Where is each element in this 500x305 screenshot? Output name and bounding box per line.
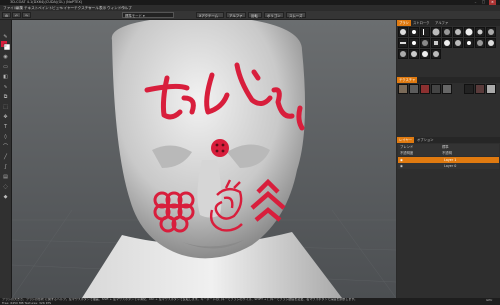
brush-alpha-tile[interactable] (464, 27, 474, 37)
texture-tile[interactable] (442, 84, 452, 94)
tab-layer-options[interactable]: オプション (415, 137, 435, 143)
brush-alpha-tile[interactable] (398, 27, 408, 37)
layer-name: Layer 0 (444, 164, 457, 168)
tab-texture[interactable]: テクスチャ (397, 77, 418, 83)
tab-layers[interactable]: レイヤー (397, 137, 415, 143)
option-x-symmetry[interactable]: Xアクテーム (196, 12, 224, 18)
smudge-icon[interactable]: ∿ (2, 84, 9, 91)
3d-viewport[interactable] (12, 20, 396, 298)
brush-alpha-tile[interactable] (431, 27, 441, 37)
brush-alpha-tile[interactable] (409, 49, 419, 59)
forehead-button-emblem (211, 139, 229, 157)
left-toolbar: ✎ ✒ ◉ ▭ ◧ ∿ ⧉ ⬚ ✥ T ◊ ⌒ ╱ ∫ ▤ ◌ ◆ (0, 20, 12, 298)
nose (197, 160, 222, 218)
brush-alpha-tile[interactable] (453, 27, 463, 37)
layer-opacity-label: 不透明度 (400, 151, 414, 155)
text-icon[interactable]: T (2, 124, 9, 131)
texture-tile[interactable] (409, 84, 419, 94)
brush-alpha-tile[interactable] (398, 49, 408, 59)
tab-stroke[interactable]: ストローク (411, 20, 431, 26)
texture-tile[interactable] (464, 84, 474, 94)
picker-icon[interactable]: ◊ (2, 134, 9, 141)
gradient-icon[interactable]: ▤ (2, 174, 9, 181)
select-icon[interactable]: ⬚ (2, 104, 9, 111)
status-memory: Free: 6450 MB Textures: 326 KTS (2, 300, 52, 305)
tool-options-icon[interactable]: ⚙ (2, 12, 11, 18)
brush-alpha-tile[interactable] (486, 38, 496, 48)
mode-dropdown[interactable]: 標準モード ▾ (122, 12, 174, 18)
brush-alpha-tile[interactable] (453, 38, 463, 48)
texture-tile[interactable] (486, 84, 496, 94)
status-help-text: ブラシの大きさ、ブラシの形状 に関するヘルプ。左マウスボタンで描画、Shift … (2, 298, 358, 301)
option-smooth[interactable]: スムーズ (286, 12, 306, 18)
brush-alpha-tile[interactable] (398, 38, 408, 48)
texture-row (398, 84, 499, 94)
status-bar: ブラシの大きさ、ブラシの形状 に関するヘルプ。左マウスボタンで描画、Shift … (0, 298, 500, 305)
brush-alpha-tile[interactable] (409, 27, 419, 37)
brush-alpha-tile[interactable] (475, 38, 485, 48)
brush-alpha-tile[interactable] (464, 38, 474, 48)
brush-alpha-tile[interactable] (431, 38, 441, 48)
right-panel: ブラシ ストローク アルファ テクスチャ レイヤー オプション ブレンド 標準 … (397, 20, 500, 298)
sharpen-icon[interactable]: ◆ (2, 194, 9, 201)
status-gpu: GPU (486, 298, 493, 302)
tab-brush[interactable]: ブラシ (397, 20, 411, 26)
brush-alpha-tile[interactable] (475, 27, 485, 37)
brush-alpha-tile[interactable] (431, 49, 441, 59)
texture-tile[interactable] (398, 84, 408, 94)
brush-alpha-tile[interactable] (420, 38, 430, 48)
tab-alpha[interactable]: アルファ (433, 20, 450, 26)
redo-icon[interactable]: ↷ (22, 12, 31, 18)
eraser-icon[interactable]: ▭ (2, 64, 9, 71)
texture-tile[interactable] (431, 84, 441, 94)
eye-icon[interactable]: ◉ (400, 164, 403, 168)
option-polygon[interactable]: ポリゴン (264, 12, 284, 18)
curve-icon[interactable]: ⌒ (2, 144, 9, 151)
pen-icon[interactable]: ✒ (2, 44, 9, 51)
sculpt-scene (12, 20, 396, 298)
brush-alpha-tile[interactable] (420, 27, 430, 37)
spline-icon[interactable]: ∫ (2, 164, 9, 171)
line-icon[interactable]: ╱ (2, 154, 9, 161)
option-alpha[interactable]: アルファ (226, 12, 246, 18)
brush-alpha-tile[interactable] (442, 38, 452, 48)
texture-tile[interactable] (420, 84, 430, 94)
airbrush-icon[interactable]: ◉ (2, 54, 9, 61)
brush-alpha-grid (398, 27, 499, 69)
mode-dropdown-label: 標準モード (125, 14, 142, 18)
eye-icon[interactable]: ◉ (400, 158, 403, 162)
layer-blend-label: ブレンド (400, 145, 414, 149)
brush-icon[interactable]: ✎ (2, 34, 9, 41)
texture-tile[interactable] (475, 84, 485, 94)
blur-icon[interactable]: ◌ (2, 184, 9, 191)
layer-item[interactable]: ◉ Layer 0 (398, 163, 499, 169)
fill-icon[interactable]: ◧ (2, 74, 9, 81)
layer-panel-tabs: レイヤー オプション (397, 137, 500, 143)
brush-alpha-tile[interactable] (486, 27, 496, 37)
texture-panel-tabs: テクスチャ (397, 77, 500, 83)
brush-alpha-tile[interactable] (442, 27, 452, 37)
brush-alpha-tile[interactable] (420, 49, 430, 59)
undo-icon[interactable]: ↶ (12, 12, 21, 18)
brush-alpha-tile[interactable] (409, 38, 419, 48)
transform-icon[interactable]: ✥ (2, 114, 9, 121)
brush-panel-tabs: ブラシ ストローク アルファ (397, 20, 500, 26)
layer-opacity-value: 不透明 (442, 151, 452, 155)
clone-icon[interactable]: ⧉ (2, 94, 9, 101)
option-invert[interactable]: 反転 (248, 12, 262, 18)
toolbar: ⚙ ↶ ↷ 標準モード ▾ Xアクテーム アルファ 反転 ポリゴン スムーズ (0, 11, 500, 20)
layer-opacity-row[interactable]: 不透明度 不透明 (398, 150, 499, 156)
